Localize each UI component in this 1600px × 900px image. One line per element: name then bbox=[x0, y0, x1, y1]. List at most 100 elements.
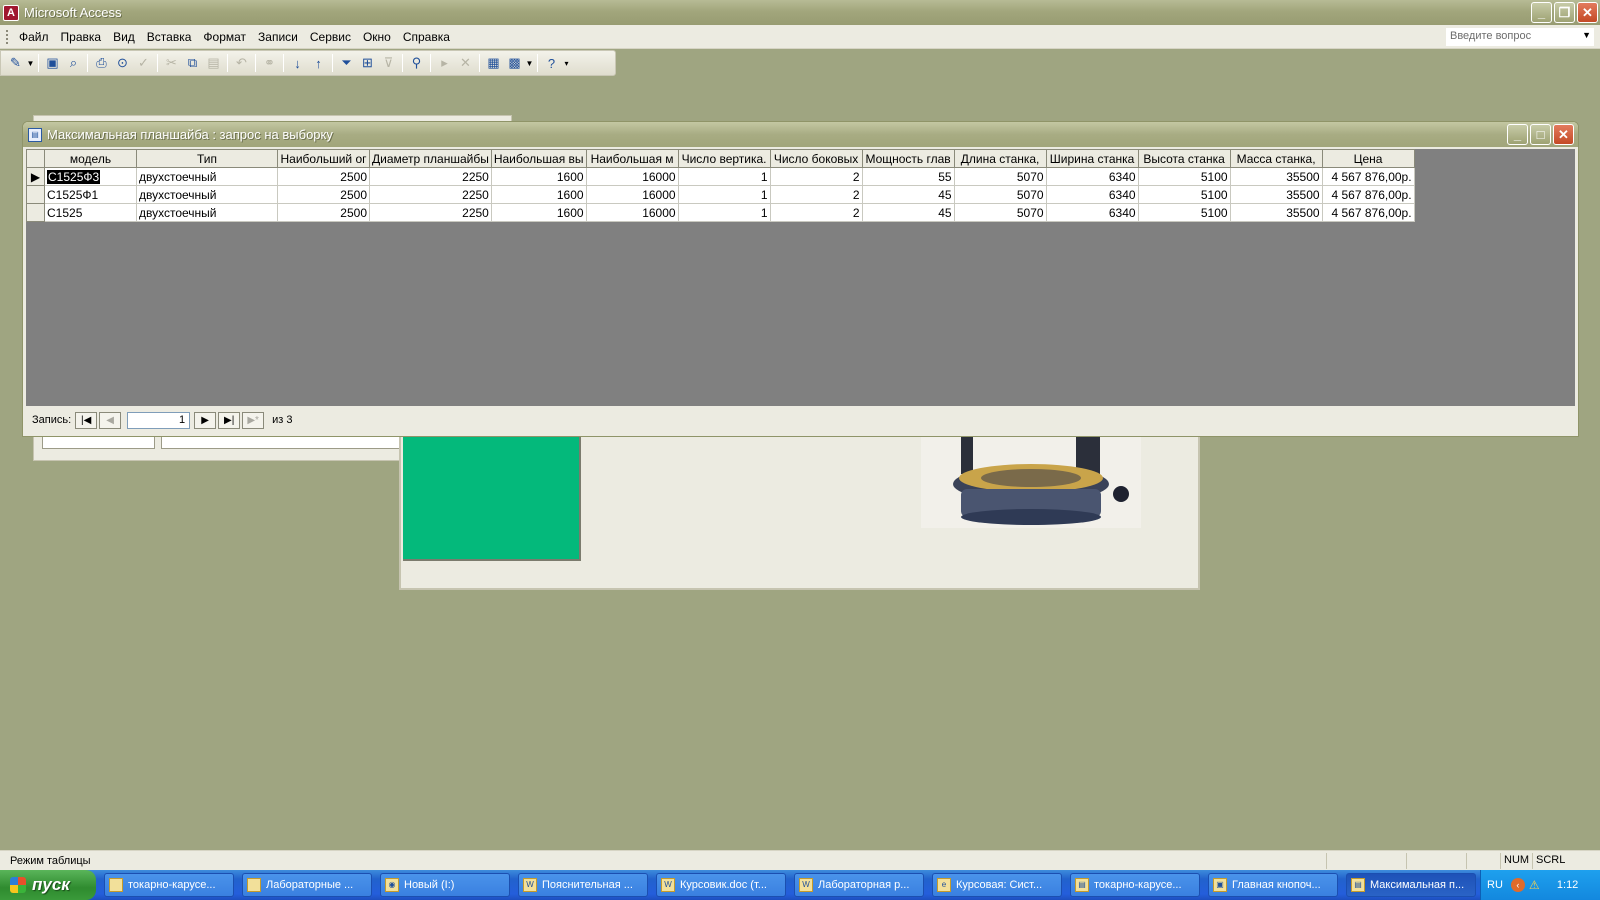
table-cell[interactable]: 4 567 876,00р. bbox=[1321, 203, 1415, 222]
taskbar-button[interactable]: токарно-карусе... bbox=[104, 873, 234, 897]
table-cell[interactable]: 5070 bbox=[953, 203, 1047, 222]
language-indicator[interactable]: RU bbox=[1487, 879, 1503, 891]
table-cell[interactable]: 2500 bbox=[277, 185, 370, 204]
column-header[interactable]: Наибольший ог bbox=[277, 149, 370, 168]
query-datasheet-window[interactable]: ▤ Максимальная планшайба : запрос на выб… bbox=[22, 121, 1579, 437]
table-cell[interactable]: 16000 bbox=[585, 185, 679, 204]
table-cell[interactable]: 2250 bbox=[369, 203, 492, 222]
table-cell[interactable]: С1525Ф3 bbox=[44, 167, 137, 186]
close-button[interactable]: ✕ bbox=[1577, 2, 1598, 23]
menu-format[interactable]: Формат bbox=[197, 30, 252, 44]
ask-question-input[interactable]: Введите вопрос ▼ bbox=[1446, 28, 1594, 46]
new-object-dropdown-icon[interactable]: ▼ bbox=[525, 53, 534, 73]
last-record-button[interactable]: ▶| bbox=[218, 411, 241, 429]
column-header[interactable]: Диаметр планшайбы bbox=[369, 149, 492, 168]
table-cell[interactable]: 1600 bbox=[490, 167, 587, 186]
previous-record-button[interactable]: ◀ bbox=[99, 411, 122, 429]
table-cell[interactable]: 5100 bbox=[1137, 167, 1231, 186]
menu-edit[interactable]: Правка bbox=[55, 30, 108, 44]
taskbar-button[interactable]: ▣ Главная кнопоч... bbox=[1208, 873, 1338, 897]
column-header[interactable]: Цена bbox=[1321, 149, 1415, 168]
table-cell[interactable]: С1525 bbox=[44, 203, 137, 222]
menu-file[interactable]: Файл bbox=[13, 30, 55, 44]
taskbar-button[interactable]: W Лабораторная р... bbox=[794, 873, 924, 897]
table-cell[interactable]: 2 bbox=[769, 167, 863, 186]
table-cell[interactable]: 16000 bbox=[585, 167, 679, 186]
column-header[interactable]: Число вертика. bbox=[677, 149, 771, 168]
delete-record-icon[interactable]: ✕ bbox=[455, 53, 476, 73]
table-cell[interactable]: 1 bbox=[677, 203, 771, 222]
new-record-icon[interactable]: ▸ bbox=[434, 53, 455, 73]
current-row-marker-icon[interactable]: ▶ bbox=[26, 167, 45, 186]
view-dropdown-icon[interactable]: ▼ bbox=[26, 53, 35, 73]
taskbar-button[interactable]: W Курсовик.doc (т... bbox=[656, 873, 786, 897]
taskbar-button[interactable]: ▤ токарно-карусе... bbox=[1070, 873, 1200, 897]
taskbar-button[interactable]: Лабораторные ... bbox=[242, 873, 372, 897]
table-cell[interactable]: 35500 bbox=[1229, 185, 1323, 204]
taskbar-button-active[interactable]: ▤ Максимальная п... bbox=[1346, 873, 1476, 897]
column-header[interactable]: Высота станка bbox=[1137, 149, 1231, 168]
datasheet-grid[interactable]: модель Тип Наибольший ог Диаметр планшай… bbox=[26, 149, 1575, 406]
table-cell[interactable]: 1 bbox=[677, 185, 771, 204]
menu-insert[interactable]: Вставка bbox=[141, 30, 198, 44]
help-icon[interactable]: ? bbox=[541, 53, 562, 73]
undo-icon[interactable]: ↶ bbox=[231, 53, 252, 73]
spelling-icon[interactable]: ✓ bbox=[133, 53, 154, 73]
menu-help[interactable]: Справка bbox=[397, 30, 456, 44]
column-header[interactable]: Наибольшая м bbox=[585, 149, 679, 168]
table-cell[interactable]: 6340 bbox=[1045, 203, 1139, 222]
new-object-icon[interactable]: ▩ bbox=[504, 53, 525, 73]
apply-filter-icon[interactable]: ⊽ bbox=[378, 53, 399, 73]
table-cell[interactable]: 2250 bbox=[369, 185, 492, 204]
query-window-title-bar[interactable]: ▤ Максимальная планшайба : запрос на выб… bbox=[23, 122, 1578, 147]
table-cell[interactable]: 6340 bbox=[1045, 167, 1139, 186]
table-cell[interactable]: 2500 bbox=[277, 167, 370, 186]
taskbar-button[interactable]: W Пояснительная ... bbox=[518, 873, 648, 897]
minimize-button[interactable]: _ bbox=[1531, 2, 1552, 23]
row-selector[interactable] bbox=[26, 185, 45, 204]
table-cell[interactable]: 55 bbox=[861, 167, 955, 186]
column-header[interactable]: модель bbox=[44, 149, 137, 168]
app-title-bar[interactable]: A Microsoft Access _ ❐ ✕ bbox=[0, 0, 1600, 25]
table-cell[interactable]: 2 bbox=[769, 203, 863, 222]
row-selector[interactable] bbox=[26, 203, 45, 222]
view-design-icon[interactable]: ✎ bbox=[5, 53, 26, 73]
menu-window[interactable]: Окно bbox=[357, 30, 397, 44]
select-all-cell[interactable] bbox=[26, 149, 45, 168]
table-cell[interactable]: 1600 bbox=[490, 203, 587, 222]
tray-arrow-icon[interactable]: ‹ bbox=[1510, 878, 1525, 892]
table-cell[interactable]: 45 bbox=[861, 203, 955, 222]
filter-by-selection-icon[interactable]: ⏷ bbox=[336, 53, 357, 73]
table-row[interactable]: С1525Ф1 двухстоечный 2500 2250 1600 1600… bbox=[26, 185, 1415, 204]
column-header[interactable]: Мощность глав bbox=[861, 149, 955, 168]
cut-icon[interactable]: ✂ bbox=[161, 53, 182, 73]
table-cell[interactable]: двухстоечный bbox=[136, 203, 278, 222]
column-header[interactable]: Тип bbox=[136, 149, 278, 168]
table-cell[interactable]: двухстоечный bbox=[136, 167, 278, 186]
table-cell[interactable]: 4 567 876,00р. bbox=[1321, 167, 1415, 186]
menu-view[interactable]: Вид bbox=[107, 30, 141, 44]
table-cell[interactable]: 35500 bbox=[1229, 167, 1323, 186]
warning-icon[interactable]: ⚠ bbox=[1529, 878, 1543, 892]
query-minimize-button[interactable]: _ bbox=[1507, 124, 1528, 145]
find-icon[interactable]: ⚲ bbox=[406, 53, 427, 73]
column-header[interactable]: Ширина станка bbox=[1045, 149, 1139, 168]
table-cell[interactable]: 2500 bbox=[277, 203, 370, 222]
paste-icon[interactable]: ▤ bbox=[203, 53, 224, 73]
table-cell[interactable]: двухстоечный bbox=[136, 185, 278, 204]
dropdown-arrow-icon[interactable]: ▼ bbox=[1582, 30, 1591, 40]
taskbar-button[interactable]: e Курсовая: Сист... bbox=[932, 873, 1062, 897]
record-number-input[interactable]: 1 bbox=[127, 411, 191, 429]
menu-grip-handle[interactable] bbox=[6, 29, 9, 44]
menu-tools[interactable]: Сервис bbox=[304, 30, 357, 44]
print-icon[interactable]: ⎙ bbox=[91, 53, 112, 73]
table-row[interactable]: С1525 двухстоечный 2500 2250 1600 16000 … bbox=[26, 203, 1415, 222]
query-close-button[interactable]: ✕ bbox=[1553, 124, 1574, 145]
column-header[interactable]: Масса станка, bbox=[1229, 149, 1323, 168]
start-button[interactable]: пуск bbox=[0, 870, 96, 900]
first-record-button[interactable]: |◀ bbox=[75, 411, 98, 429]
file-search-icon[interactable]: ⌕ bbox=[63, 53, 84, 73]
table-cell[interactable]: 1 bbox=[677, 167, 771, 186]
restore-button[interactable]: ❐ bbox=[1554, 2, 1575, 23]
column-header[interactable]: Наибольшая вы bbox=[490, 149, 587, 168]
